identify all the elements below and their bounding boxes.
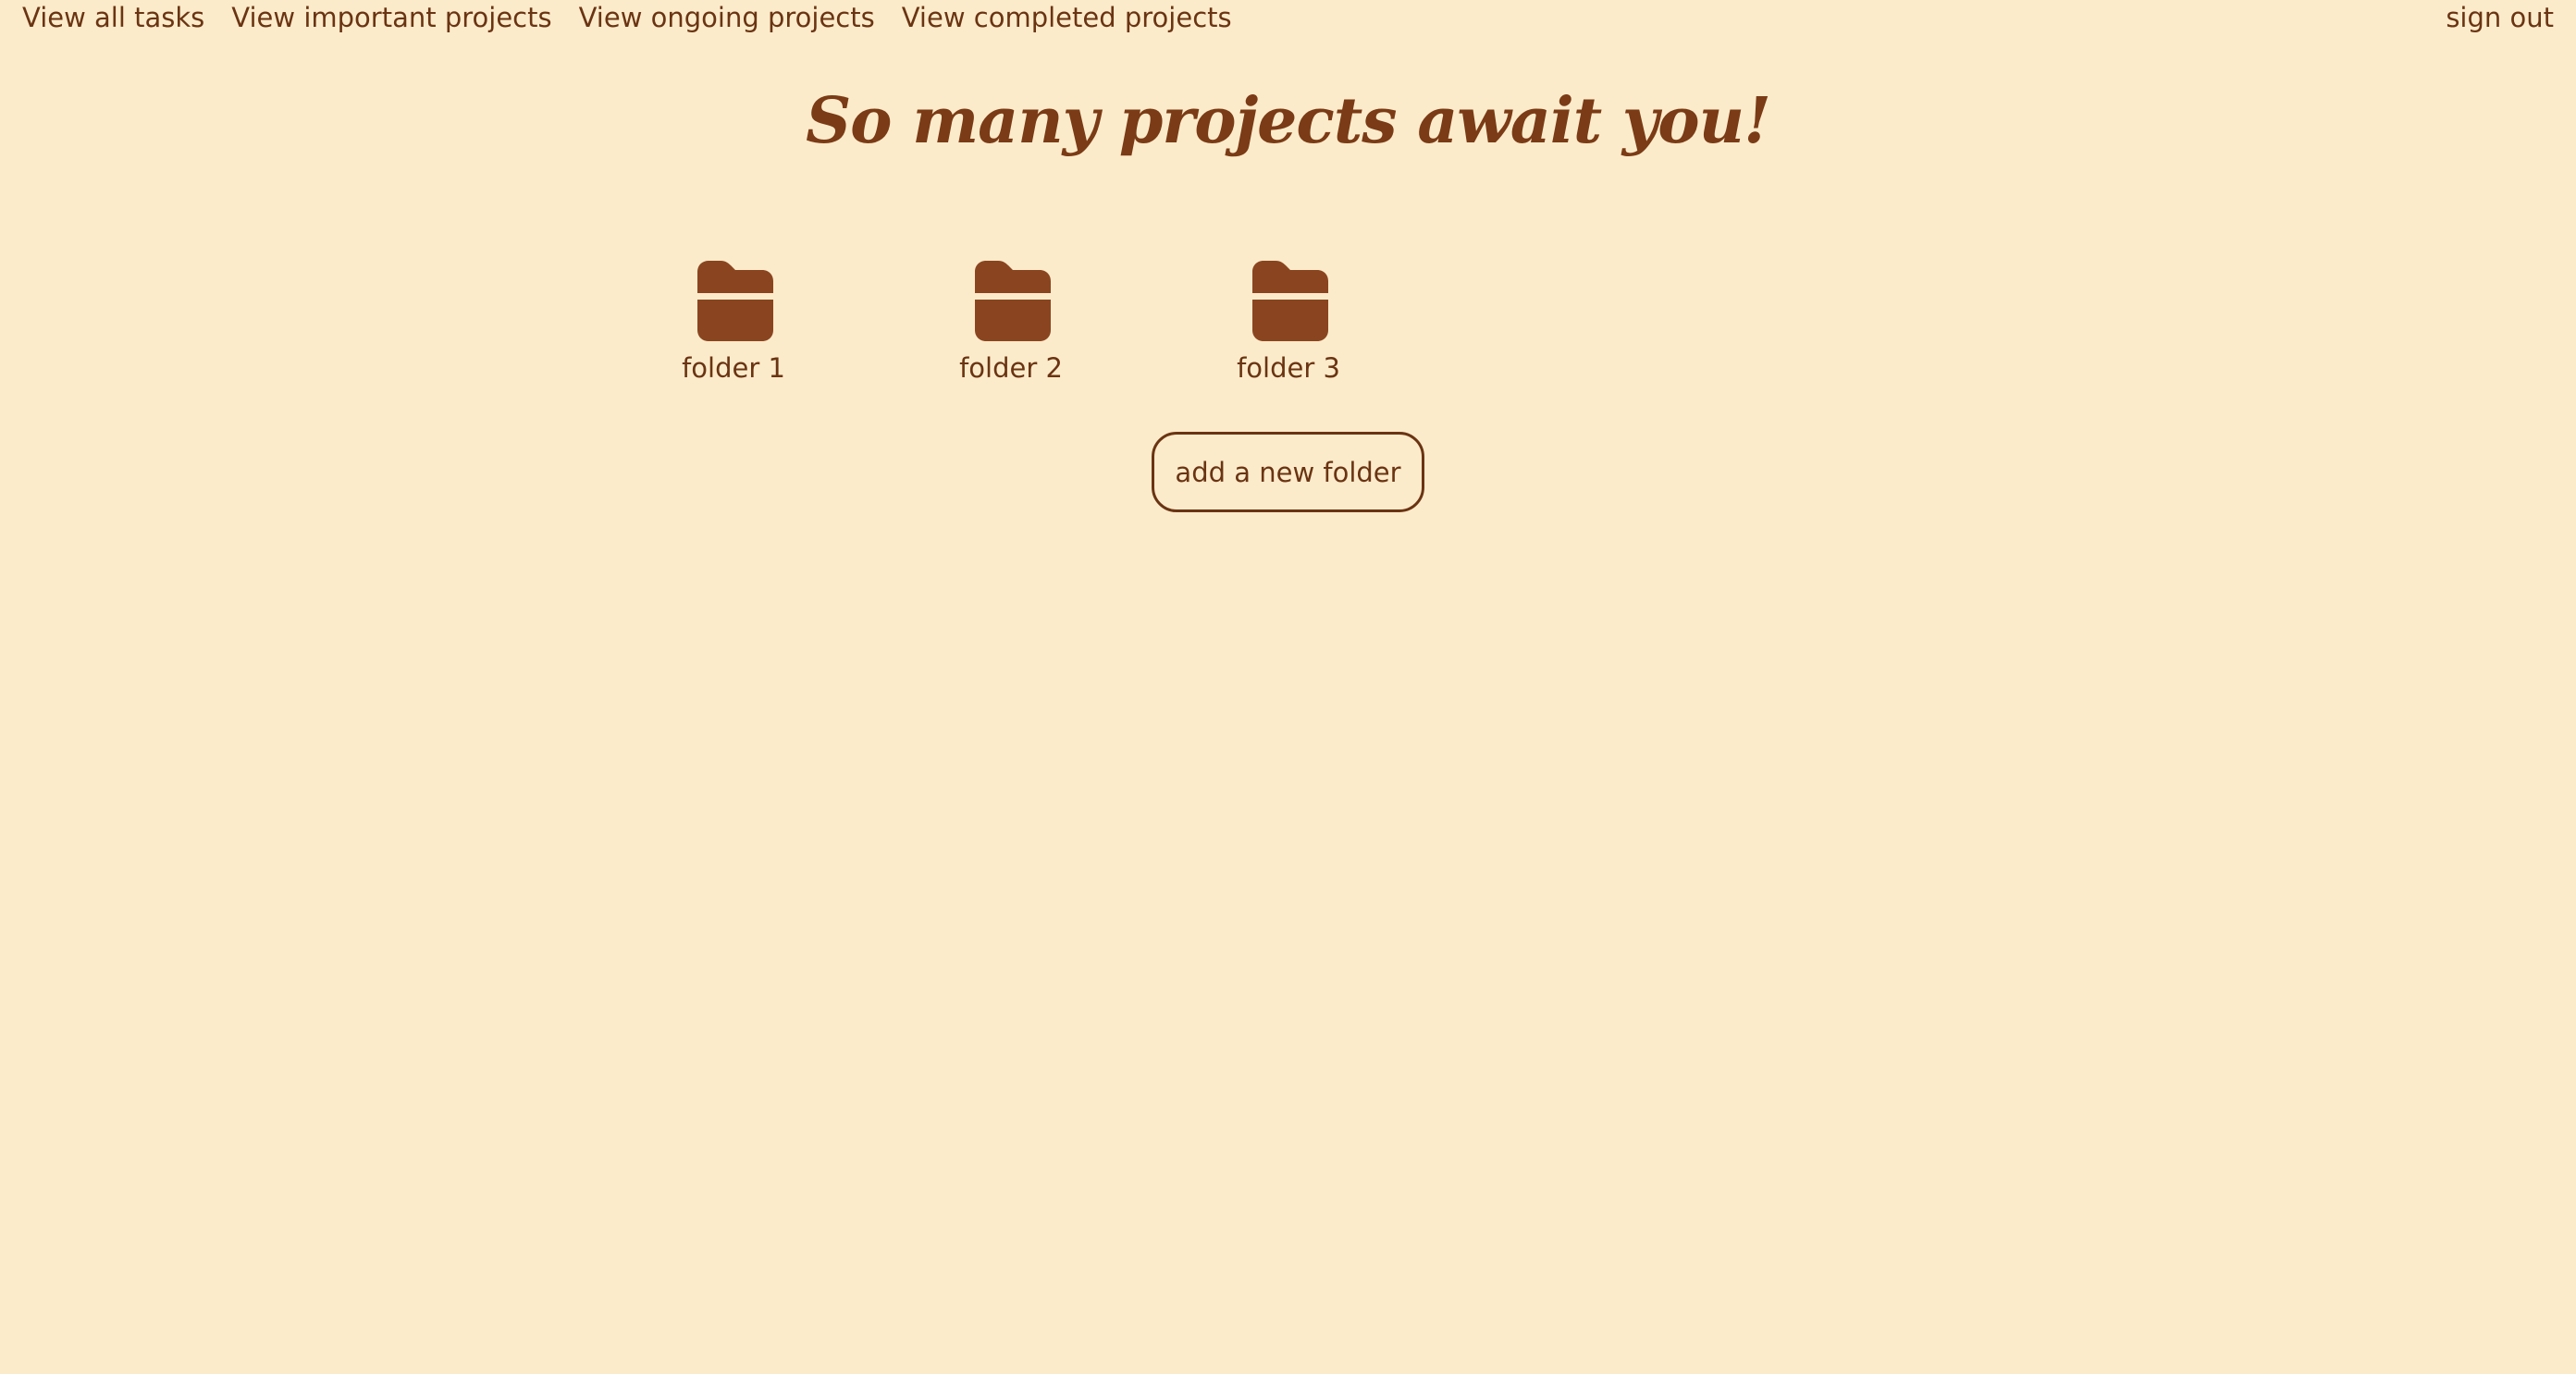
page-title: So many projects await you! xyxy=(806,84,1771,158)
view-ongoing-projects-link[interactable]: View ongoing projects xyxy=(579,0,875,35)
folder-icon xyxy=(975,261,1051,341)
folder-label: folder 1 xyxy=(682,352,785,384)
view-important-projects-link[interactable]: View important projects xyxy=(231,0,551,35)
add-new-folder-button[interactable]: add a new folder xyxy=(1152,432,1424,512)
top-navigation: View all tasks View important projects V… xyxy=(22,0,1232,35)
view-all-tasks-link[interactable]: View all tasks xyxy=(22,0,204,35)
folder-item-3[interactable]: folder 3 xyxy=(1205,259,1372,388)
folder-item-2[interactable]: folder 2 xyxy=(928,259,1094,388)
view-completed-projects-link[interactable]: View completed projects xyxy=(902,0,1232,35)
folder-icon xyxy=(697,261,773,341)
folder-label: folder 3 xyxy=(1237,352,1340,384)
folder-icon xyxy=(1252,261,1328,341)
sign-out-link[interactable]: sign out xyxy=(2446,0,2554,35)
folder-label: folder 2 xyxy=(959,352,1063,384)
folder-grid: folder 1 folder 2 folder 3 xyxy=(0,259,2576,388)
folder-item-1[interactable]: folder 1 xyxy=(650,259,817,388)
